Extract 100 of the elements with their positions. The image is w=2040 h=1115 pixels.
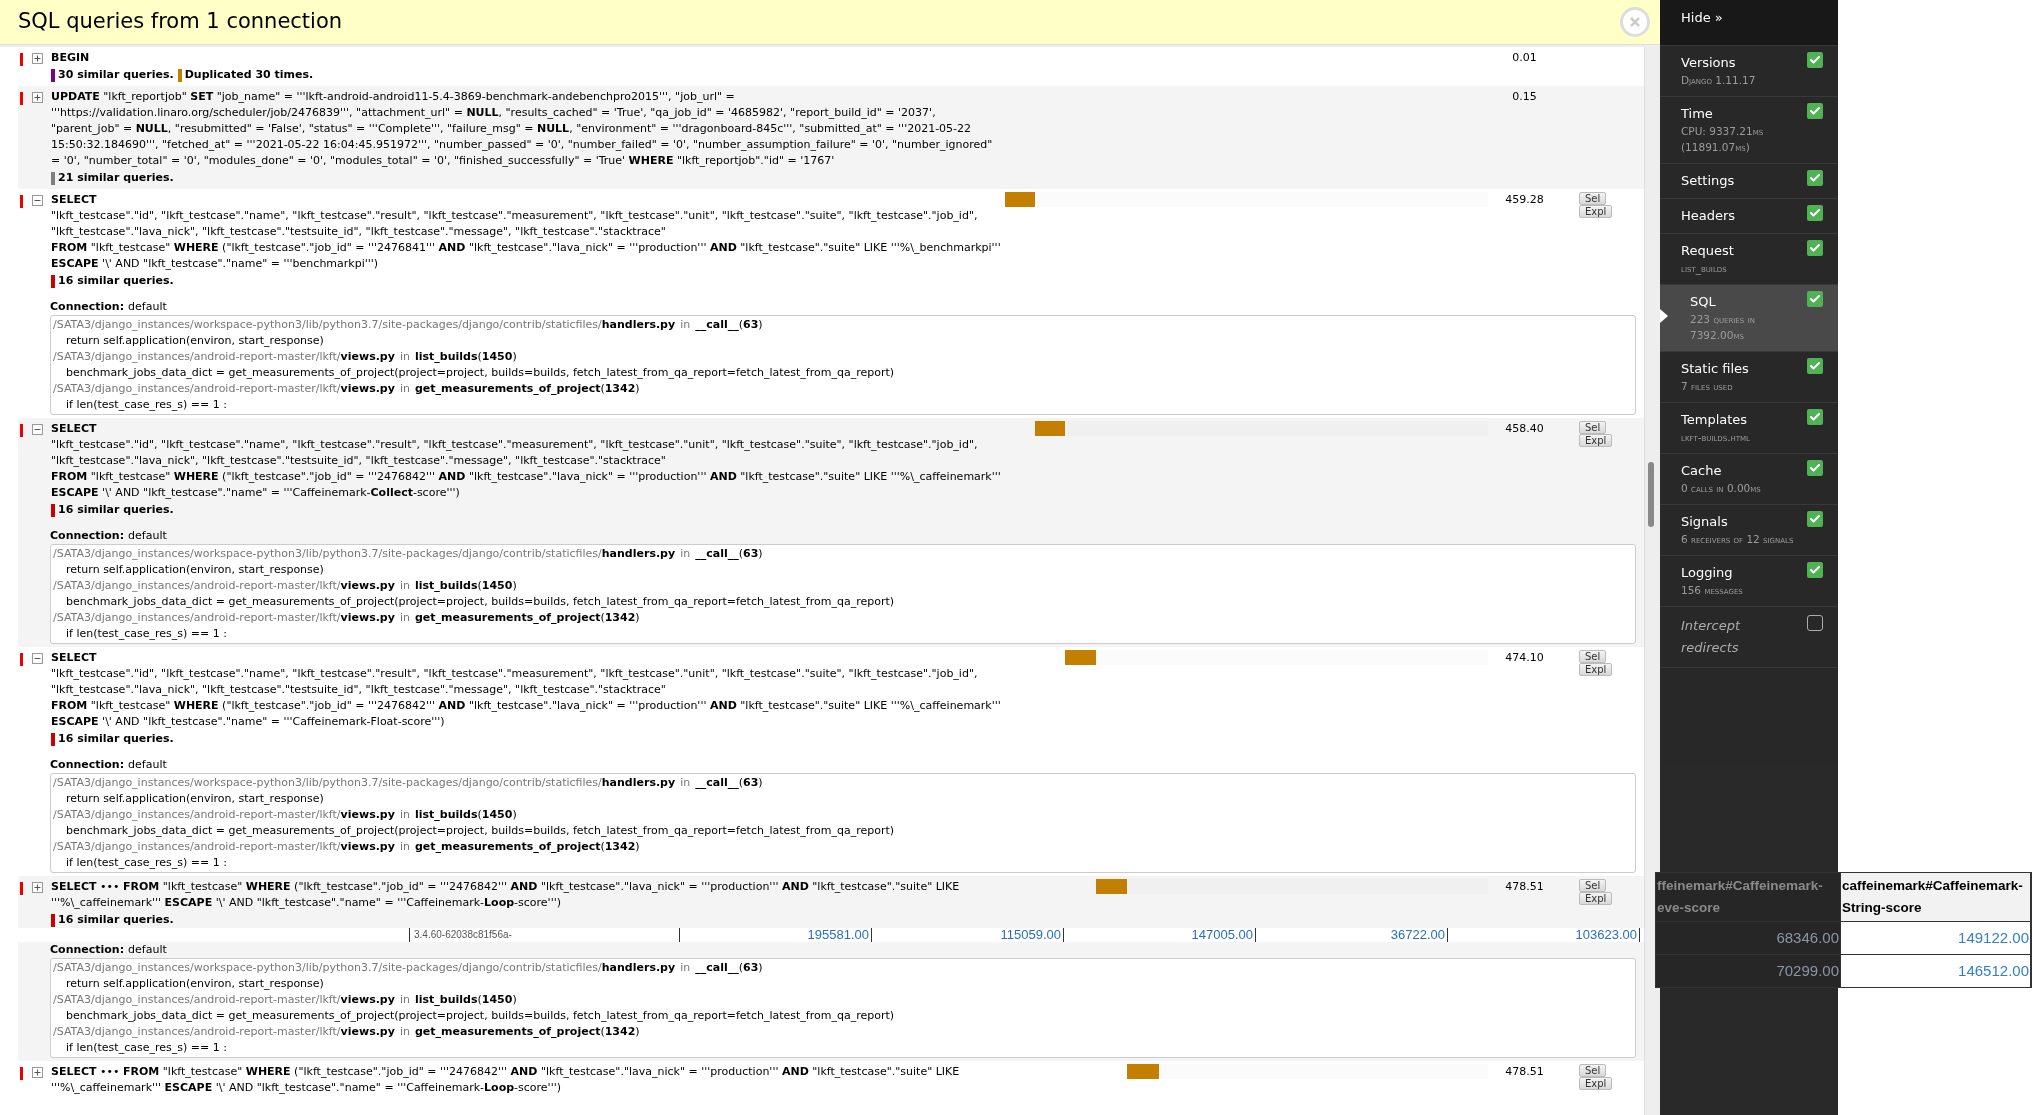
expand-icon[interactable]	[32, 92, 43, 103]
query-time: 474.10	[1505, 651, 1544, 664]
select-button[interactable]: Sel	[1579, 1064, 1607, 1077]
panel-item[interactable]: Settings	[1660, 164, 1838, 199]
panel-item[interactable]: Cache 0 calls in 0.00ms	[1660, 454, 1838, 505]
hide-button[interactable]: Hide »	[1660, 0, 1838, 46]
stack-code: return self.application(environ, start_response)	[65, 976, 325, 992]
stack-function: list_builds(1450)	[414, 992, 517, 1008]
table-header-cell: caffeinemark#Caffeinemark-String-score	[1841, 873, 2031, 921]
stack-function: __call__(63)	[695, 960, 763, 976]
explain-button[interactable]: Expl	[1579, 1077, 1613, 1090]
sql-text: SELECT	[51, 421, 98, 437]
stack-in: in	[680, 775, 691, 791]
panel-title: Intercept redirects	[1681, 617, 1742, 657]
stack-path: /SATA3/django_instances/android-report-master/lkft/views.py	[53, 1024, 395, 1040]
expand-icon[interactable]	[32, 882, 43, 893]
stack-in: in	[680, 317, 691, 333]
similarity-note: 16 similar queries.	[58, 502, 174, 518]
stack-in: in	[680, 960, 691, 976]
select-button[interactable]: Sel	[1579, 421, 1607, 434]
stack-function: get_measurements_of_project(1342)	[414, 610, 640, 626]
panel-title: Time	[1681, 105, 1714, 123]
select-button[interactable]: Sel	[1579, 650, 1607, 663]
selected-panel-item[interactable]: SQL 223 queries in 7392.00ms	[1660, 285, 1838, 352]
expand-icon[interactable]	[32, 1067, 43, 1078]
connection-name: default	[128, 528, 167, 544]
panel-item[interactable]: Signals 6 receivers of 12 signals	[1660, 505, 1838, 556]
sql-text: "lkft_testcase"."id", "lkft_testcase"."name", "lkft_testcase"."result", "lkft_testcase"."measurement", "lkft_testcase"."unit", "lkft_testcase"."suite", "lkft_testcase"."job_id", "lkft_testcase"."lava_nick", "lkft_testcase"."testsuite_id", "lkft_testcase"."message", "lkft_testcase"."stacktrace"	[51, 666, 979, 698]
stack-path: /SATA3/django_instances/android-report-master/lkft/views.py	[53, 381, 395, 397]
similarity-note: 16 similar queries.	[58, 731, 174, 747]
panel-title: Settings	[1681, 172, 1735, 190]
similarity-note: Duplicated 30 times.	[184, 67, 314, 83]
checkbox[interactable]	[1807, 205, 1823, 221]
stack-function: __call__(63)	[695, 775, 763, 791]
panel-item[interactable]: Headers	[1660, 199, 1838, 234]
panel-item[interactable]: Versions Django 1.11.17	[1660, 46, 1838, 97]
panel-item[interactable]: Static files 7 files used	[1660, 352, 1838, 403]
sql-text: "lkft_testcase"."id", "lkft_testcase"."name", "lkft_testcase"."result", "lkft_testcase"."measurement", "lkft_testcase"."unit", "lkft_testcase"."suite", "lkft_testcase"."job_id", "lkft_testcase"."lava_nick", "lkft_testcase"."testsuite_id", "lkft_testcase"."message", "lkft_testcase"."stacktrace"	[51, 437, 979, 469]
checkbox[interactable]	[1807, 615, 1823, 631]
panel-subtitle: Django 1.11.17	[1681, 73, 1756, 88]
panel-item[interactable]: Logging 156 messages	[1660, 556, 1838, 607]
stack-path: /SATA3/django_instances/android-report-master/lkft/views.py	[53, 578, 395, 594]
panel-item[interactable]: Time CPU: 9337.21ms (11891.07ms)	[1660, 97, 1838, 164]
stack-in: in	[399, 807, 410, 823]
panel-item[interactable]: Templates lkft-builds.html	[1660, 403, 1838, 454]
sql-text: FROM "lkft_testcase" WHERE ("lkft_testcase"."job_id" = '''2476842''' AND "lkft_testcase"."lava_nick" = '''production''' AND "lkft_testcase"."suite" LIKE '''%\_caffeinemark'''	[51, 698, 1001, 714]
checkbox[interactable]	[1807, 511, 1823, 527]
close-icon	[1630, 17, 1640, 27]
panel-subtitle: 0 calls in 0.00ms	[1681, 481, 1761, 496]
similarity-note: 16 similar queries.	[58, 273, 174, 289]
sql-text: SELECT	[51, 650, 98, 666]
sql-text: ESCAPE '\' AND "lkft_testcase"."name" = '''Caffeinemark-Float-score''')	[51, 714, 446, 730]
stack-function: get_measurements_of_project(1342)	[414, 839, 640, 855]
table-cell: 70299.00	[1656, 955, 1841, 987]
checkbox[interactable]	[1807, 240, 1823, 256]
table-cell: 195581.00	[807, 928, 869, 942]
checkbox[interactable]	[1807, 103, 1823, 119]
stack-path: /SATA3/django_instances/workspace-python3/lib/python3.7/site-packages/django/contrib/staticfiles/handlers.py	[53, 775, 676, 791]
connection-name: default	[128, 942, 167, 958]
select-button[interactable]: Sel	[1579, 879, 1607, 892]
explain-button[interactable]: Expl	[1579, 205, 1613, 218]
explain-button[interactable]: Expl	[1579, 892, 1613, 905]
stack-in: in	[399, 610, 410, 626]
checkbox[interactable]	[1807, 358, 1823, 374]
select-button[interactable]: Sel	[1579, 192, 1607, 205]
checkbox[interactable]	[1807, 409, 1823, 425]
collapse-icon[interactable]	[32, 653, 43, 664]
panel-subtitle: list_builds	[1681, 261, 1728, 276]
checkbox[interactable]	[1807, 460, 1823, 476]
table-cell: 103623.00	[1575, 928, 1637, 942]
check-icon	[1809, 293, 1821, 305]
stack-path: /SATA3/django_instances/workspace-python3/lib/python3.7/site-packages/django/contrib/staticfiles/handlers.py	[53, 960, 676, 976]
check-icon	[1809, 462, 1821, 474]
panel-subtitle: lkft-builds.html	[1681, 430, 1750, 445]
query-marker	[20, 882, 23, 895]
panel-item[interactable]: Intercept redirects	[1660, 607, 1838, 668]
checkbox[interactable]	[1807, 170, 1823, 186]
check-icon	[1809, 172, 1821, 184]
panel-subtitle: 156 messages	[1681, 583, 1743, 598]
check-icon	[1809, 207, 1821, 219]
checkbox[interactable]	[1807, 291, 1823, 307]
panel-title: SQL queries from 1 connection	[18, 8, 343, 36]
stack-path: /SATA3/django_instances/workspace-python3/lib/python3.7/site-packages/django/contrib/staticfiles/handlers.py	[53, 546, 676, 562]
checkbox[interactable]	[1807, 52, 1823, 68]
panel-title: SQL	[1690, 293, 1717, 311]
explain-button[interactable]: Expl	[1579, 663, 1613, 676]
panel-subtitle: CPU: 9337.21ms (11891.07ms)	[1681, 124, 1765, 155]
collapse-icon[interactable]	[32, 424, 43, 435]
checkbox[interactable]	[1807, 562, 1823, 578]
query-marker	[20, 92, 23, 105]
stack-in: in	[399, 381, 410, 397]
query-time: 0.15	[1512, 90, 1537, 103]
stack-path: /SATA3/django_instances/android-report-master/lkft/views.py	[53, 349, 395, 365]
similarity-note: 21 similar queries.	[58, 170, 174, 186]
collapse-icon[interactable]	[32, 195, 43, 206]
explain-button[interactable]: Expl	[1579, 434, 1613, 447]
panel-title: Logging	[1681, 564, 1734, 582]
expand-icon[interactable]	[32, 53, 43, 64]
table-cell: 147005.00	[1191, 928, 1253, 942]
stack-in: in	[399, 992, 410, 1008]
